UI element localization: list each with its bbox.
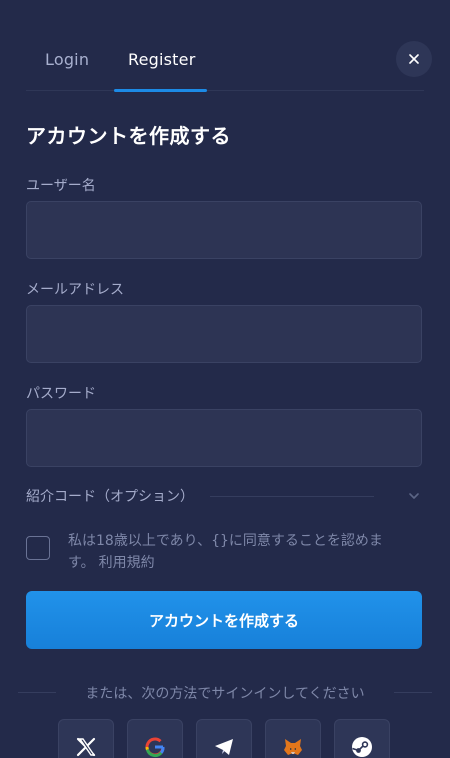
email-field[interactable] (26, 305, 422, 363)
x-icon (76, 737, 96, 757)
close-button[interactable] (396, 41, 432, 77)
referral-code-toggle[interactable]: 紹介コード（オプション） (26, 484, 422, 508)
telegram-login-button[interactable] (196, 719, 252, 758)
tab-login[interactable]: Login (45, 50, 89, 69)
create-account-button[interactable]: アカウントを作成する (26, 591, 422, 649)
active-tab-indicator (114, 89, 207, 92)
auth-tabs: Login Register (26, 38, 424, 92)
age-consent-checkbox[interactable] (26, 536, 50, 560)
password-label: パスワード (26, 386, 96, 402)
telegram-icon (215, 739, 233, 755)
password-field[interactable] (26, 409, 422, 467)
social-divider: または、次の方法でサインインしてください (0, 683, 450, 703)
social-divider-text: または、次の方法でサインインしてください (77, 686, 373, 702)
google-login-button[interactable] (127, 719, 183, 758)
chevron-down-icon (409, 493, 419, 499)
age-consent-text: 私は18歳以上であり、{}に同意することを認めます。 利用規約 (68, 530, 408, 574)
username-label: ユーザー名 (26, 178, 96, 194)
x-login-button[interactable] (58, 719, 114, 758)
terms-link[interactable]: 利用規約 (99, 555, 155, 571)
referral-divider (210, 496, 374, 497)
close-icon (409, 54, 419, 64)
metamask-icon (284, 739, 302, 755)
metamask-login-button[interactable] (265, 719, 321, 758)
steam-login-button[interactable] (334, 719, 390, 758)
page-title: アカウントを作成する (26, 124, 231, 148)
referral-code-label: 紹介コード（オプション） (26, 489, 194, 505)
tab-register[interactable]: Register (128, 50, 195, 69)
steam-icon (352, 737, 372, 757)
email-label: メールアドレス (26, 282, 124, 298)
google-icon (145, 737, 165, 758)
username-field[interactable] (26, 201, 422, 259)
